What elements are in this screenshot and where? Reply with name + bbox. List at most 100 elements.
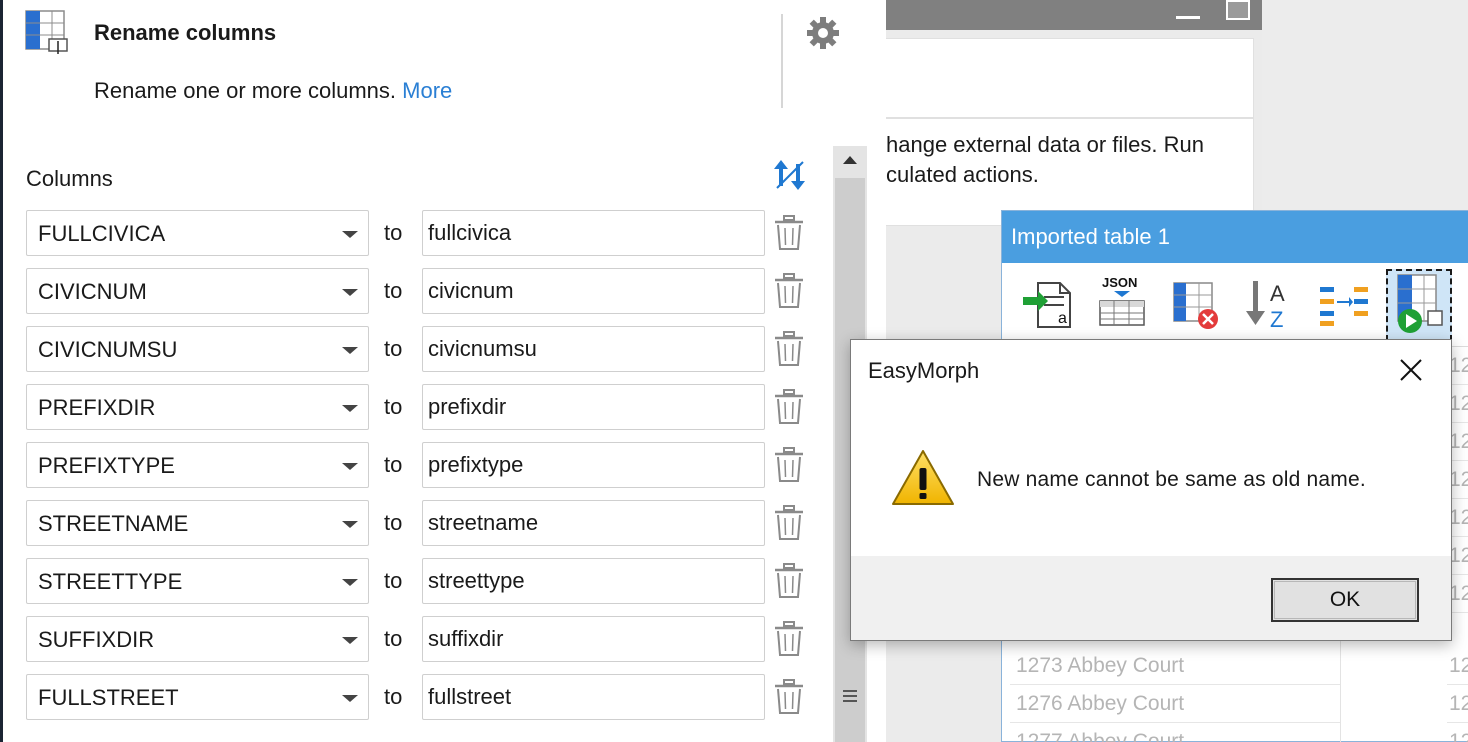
column-select-value: STREETNAME [38, 511, 189, 536]
trash-icon[interactable] [772, 504, 806, 542]
new-name-input[interactable] [422, 674, 765, 720]
column-select-value: PREFIXTYPE [38, 453, 175, 478]
table-toolbar: a JSON A Z [1002, 263, 1468, 347]
json-label: JSON [1102, 275, 1137, 290]
trash-icon[interactable] [772, 620, 806, 658]
rename-row: PREFIXDIR to [26, 384, 816, 442]
description-text: Rename one or more columns. [94, 78, 397, 103]
chevron-down-icon [342, 231, 358, 238]
warning-icon [892, 450, 954, 505]
rename-columns-toolbar-button[interactable] [1386, 269, 1452, 341]
import-file-icon[interactable]: a [1020, 275, 1076, 331]
column-select-value: STREETTYPE [38, 569, 183, 594]
column-select-value: FULLSTREET [38, 685, 179, 710]
column-select-value: SUFFIXDIR [38, 627, 155, 652]
column-rename-list: FULLCIVICAtoCIVICNUMtoCIVICNUMSUtoPREFIX… [26, 210, 816, 732]
chevron-down-icon [342, 579, 358, 586]
column-select-value: CIVICNUMSU [38, 337, 178, 362]
column-select[interactable]: FULLCIVICA [26, 210, 369, 256]
column-select[interactable]: STREETNAME [26, 500, 369, 546]
gear-icon[interactable] [803, 13, 843, 53]
to-label: to [384, 626, 403, 651]
sort-az-icon[interactable]: A Z [1242, 275, 1298, 331]
panel-title: Rename columns [94, 20, 277, 45]
window-titlebar [886, 0, 1262, 30]
column-select-value: CIVICNUM [38, 279, 147, 304]
chevron-down-icon [342, 695, 358, 702]
scroll-up-button[interactable] [833, 146, 867, 176]
column-select[interactable]: CIVICNUMSU [26, 326, 369, 372]
trash-icon[interactable] [772, 446, 806, 484]
to-label: to [384, 510, 403, 535]
new-name-input[interactable] [422, 210, 765, 256]
column-select[interactable]: SUFFIXDIR [26, 616, 369, 662]
rename-row: SUFFIXDIR to [26, 616, 816, 674]
chevron-down-icon [342, 289, 358, 296]
ok-button[interactable]: OK [1271, 578, 1419, 622]
trash-icon[interactable] [772, 214, 806, 252]
column-select[interactable]: FULLSTREET [26, 674, 369, 720]
rename-row: STREETTYPE to [26, 558, 816, 616]
rename-columns-icon [1397, 274, 1443, 333]
chevron-down-icon [342, 637, 358, 644]
table-cell-address[interactable]: 1276 Abbey Court [1010, 685, 1340, 723]
remove-columns-icon[interactable] [1168, 275, 1224, 331]
column-select[interactable]: PREFIXTYPE [26, 442, 369, 488]
table-cell-address[interactable]: 1277 Abbey Court [1010, 723, 1340, 742]
error-dialog: EasyMorph New name cannot be same as old… [850, 339, 1452, 641]
dialog-footer: OK [851, 556, 1451, 640]
to-label: to [384, 278, 403, 303]
trash-icon[interactable] [772, 678, 806, 716]
column-select[interactable]: CIVICNUM [26, 268, 369, 314]
trash-icon[interactable] [772, 330, 806, 368]
column-select-value: PREFIXDIR [38, 395, 156, 420]
panel-description: Rename one or more columns. More [94, 78, 452, 104]
chevron-down-icon [342, 521, 358, 528]
trash-icon[interactable] [772, 272, 806, 310]
rename-row: STREETNAME to [26, 500, 816, 558]
more-link[interactable]: More [402, 78, 452, 103]
new-name-input[interactable] [422, 442, 765, 488]
close-icon[interactable] [1393, 352, 1429, 388]
maximize-icon[interactable] [1226, 0, 1250, 20]
dialog-message: New name cannot be same as old name. [977, 468, 1366, 491]
minimize-icon[interactable] [1176, 16, 1200, 19]
table-cell-address[interactable]: 1273 Abbey Court [1010, 647, 1340, 685]
column-select[interactable]: PREFIXDIR [26, 384, 369, 430]
column-select[interactable]: STREETTYPE [26, 558, 369, 604]
new-name-input[interactable] [422, 326, 765, 372]
background-panel [886, 38, 1254, 118]
columns-label: Columns [26, 166, 113, 191]
table-cell[interactable]: 12 [1447, 685, 1468, 723]
rename-columns-panel: Rename columns Rename one or more column… [0, 0, 886, 742]
info-line-1: hange external data or files. Run [886, 132, 1204, 157]
sort-z-label: Z [1270, 307, 1283, 331]
rename-row: CIVICNUMSU to [26, 326, 816, 384]
json-import-icon[interactable]: JSON [1094, 275, 1150, 331]
dialog-title: EasyMorph [868, 358, 980, 383]
trash-icon[interactable] [772, 388, 806, 426]
rename-row: FULLCIVICA to [26, 210, 816, 268]
to-label: to [384, 220, 403, 245]
table-window-title: Imported table 1 [1011, 224, 1170, 249]
new-name-input[interactable] [422, 500, 765, 546]
reorder-columns-icon[interactable] [1316, 275, 1372, 331]
rename-row: CIVICNUM to [26, 268, 816, 326]
chevron-down-icon [342, 463, 358, 470]
column-select-value: FULLCIVICA [38, 221, 166, 246]
chevron-down-icon [342, 405, 358, 412]
chevron-down-icon [342, 347, 358, 354]
new-name-input[interactable] [422, 268, 765, 314]
trash-icon[interactable] [772, 562, 806, 600]
to-label: to [384, 684, 403, 709]
table-cell[interactable]: 12 [1447, 647, 1468, 685]
to-label: to [384, 568, 403, 593]
new-name-input[interactable] [422, 384, 765, 430]
info-line-2: culated actions. [886, 162, 1039, 187]
new-name-input[interactable] [422, 616, 765, 662]
new-name-input[interactable] [422, 558, 765, 604]
table-cell[interactable]: 12 [1447, 723, 1468, 742]
sort-icon[interactable] [771, 156, 809, 194]
grip-icon [843, 690, 857, 702]
table-window-titlebar: Imported table 1 [1002, 211, 1468, 263]
